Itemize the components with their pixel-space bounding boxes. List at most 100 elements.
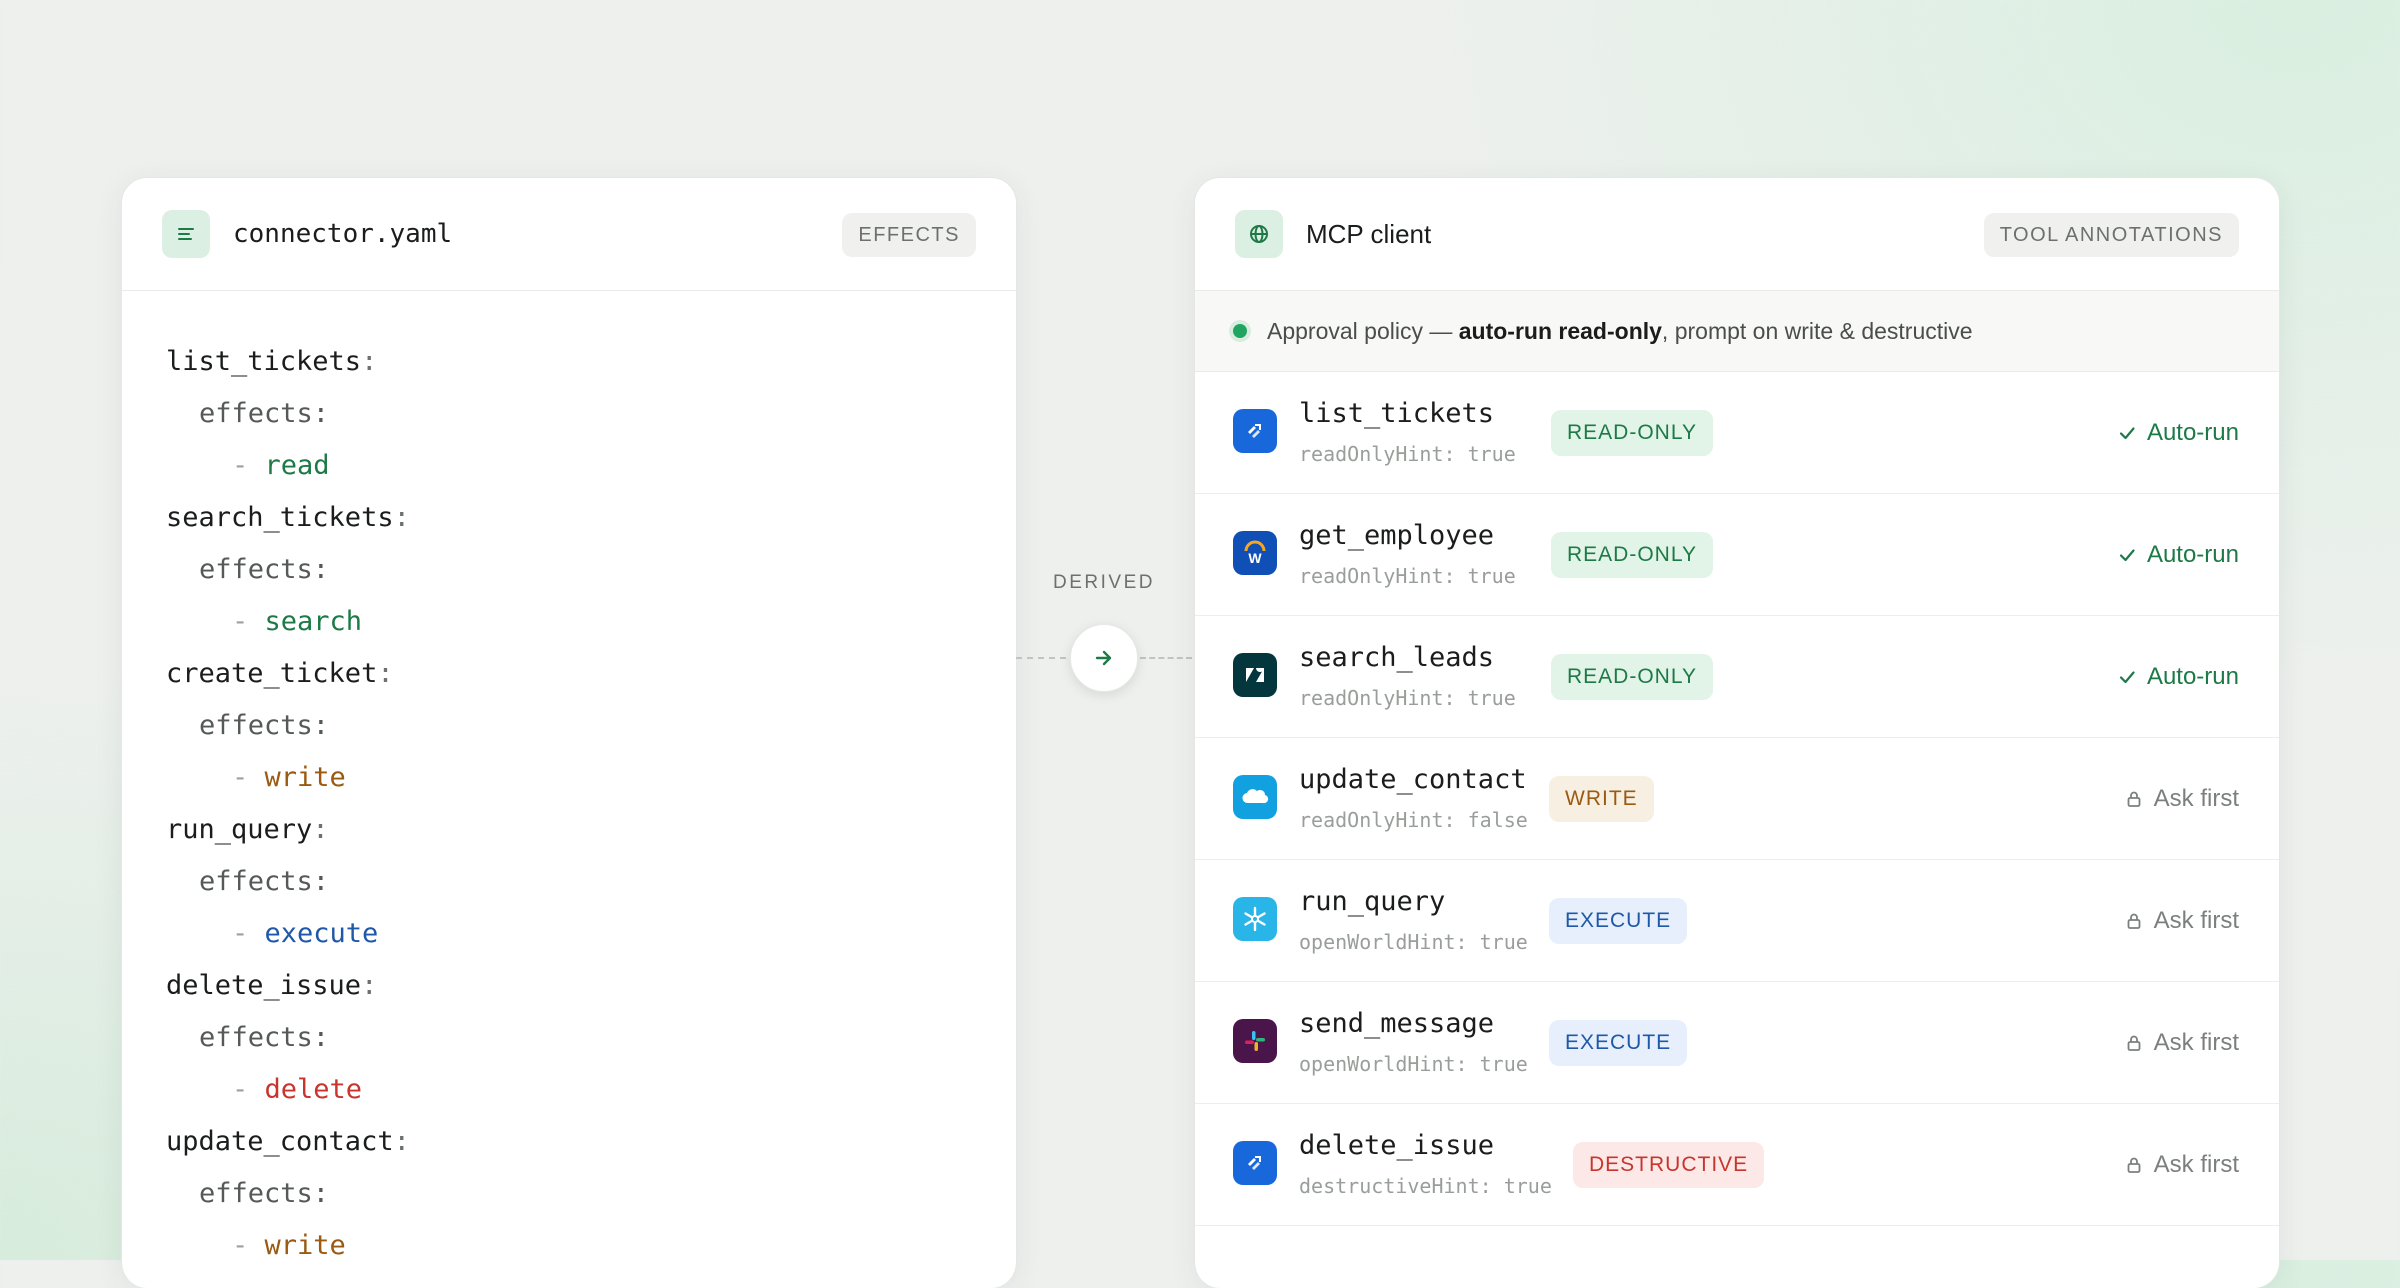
tool-row[interactable]: update_contact readOnlyHint: false WRITE As… xyxy=(1195,738,2279,860)
yaml-effects-key: effects: xyxy=(166,388,410,440)
yaml-effects-key: effects: xyxy=(166,544,410,596)
yaml-colon: : xyxy=(312,1178,330,1209)
yaml-colon: : xyxy=(377,658,394,689)
tool-list: list_tickets readOnlyHint: true READ-ONLY A… xyxy=(1195,372,2279,1226)
zendesk-icon xyxy=(1233,653,1277,697)
ask-first-status[interactable]: Ask first xyxy=(2124,982,2239,1103)
yaml-dash: - xyxy=(232,606,265,637)
check-icon xyxy=(2119,670,2135,683)
status-dot-icon xyxy=(1233,324,1247,338)
yaml-tool-name: run_query xyxy=(166,814,313,845)
approval-policy-bar: Approval policy — auto-run read-only, pr… xyxy=(1195,291,2279,372)
globe-icon xyxy=(1235,210,1283,258)
tool-row[interactable]: list_tickets readOnlyHint: true READ-ONLY A… xyxy=(1195,372,2279,494)
ask-first-status[interactable]: Ask first xyxy=(2124,860,2239,981)
policy-suffix: , prompt on write & destructive xyxy=(1661,318,1973,344)
lock-icon xyxy=(2127,1157,2141,1173)
yaml-tool-key: delete_issue: xyxy=(166,960,410,1012)
ask-first-status[interactable]: Ask first xyxy=(2124,738,2239,859)
yaml-effects-label: effects xyxy=(199,1178,313,1209)
action-label: Auto-run xyxy=(2146,663,2239,690)
yaml-dash: - xyxy=(232,1074,265,1105)
yaml-tool-name: search_tickets xyxy=(166,502,394,533)
yaml-effect-value: - write xyxy=(166,1220,410,1272)
file-title: connector.yaml xyxy=(233,219,453,249)
yaml-effects-label: effects xyxy=(199,554,313,585)
dashed-connector-left xyxy=(1016,657,1066,659)
tool-hint: openWorldHint: true xyxy=(1299,1052,1528,1076)
yaml-colon: : xyxy=(312,814,329,845)
left-panel-header: connector.yaml EFFECTS xyxy=(122,178,1016,291)
yaml-dash: - xyxy=(232,762,265,793)
approval-policy-text: Approval policy — auto-run read-only, pr… xyxy=(1267,291,1973,371)
slack-icon xyxy=(1233,1019,1277,1063)
tool-hint: readOnlyHint: true xyxy=(1299,442,1516,466)
tool-name: get_employee xyxy=(1299,520,1495,551)
action-label: Ask first xyxy=(2153,1151,2239,1178)
tool-hint: readOnlyHint: true xyxy=(1299,564,1516,588)
mcp-client-panel: MCP client TOOL ANNOTATIONS Approval pol… xyxy=(1194,177,2280,1288)
action-label: Ask first xyxy=(2153,1029,2239,1056)
arrow-right-icon xyxy=(1095,650,1112,666)
yaml-effect-value: - write xyxy=(166,752,410,804)
auto-run-status[interactable]: Auto-run xyxy=(2117,494,2239,615)
yaml-code-block: list_tickets: effects: - read search_ticket… xyxy=(166,336,410,1272)
tool-name: update_contact xyxy=(1299,764,1527,795)
connector-yaml-panel: connector.yaml EFFECTS list_tickets: effe… xyxy=(121,177,1017,1288)
yaml-effect-value: - search xyxy=(166,596,410,648)
yaml-effects-key: effects: xyxy=(166,1168,410,1220)
tool-name: run_query xyxy=(1299,886,1446,917)
effects-chip: EFFECTS xyxy=(842,213,976,257)
destructive-badge: DESTRUCTIVE xyxy=(1573,1142,1765,1188)
tool-row[interactable]: send_message openWorldHint: true EXECUTE As… xyxy=(1195,982,2279,1104)
derive-arrow-button[interactable] xyxy=(1070,624,1138,692)
tool-annotations-chip: TOOL ANNOTATIONS xyxy=(1983,213,2239,257)
lock-icon xyxy=(2127,1035,2141,1051)
jira-icon xyxy=(1233,1141,1277,1185)
tool-row[interactable]: search_leads readOnlyHint: true READ-ONLY A… xyxy=(1195,616,2279,738)
yaml-dash: - xyxy=(232,918,265,949)
policy-bold: auto-run read-only xyxy=(1458,318,1662,344)
tool-hint: openWorldHint: true xyxy=(1299,930,1528,954)
yaml-tool-key: list_tickets: xyxy=(166,336,410,388)
lock-icon xyxy=(2127,791,2141,807)
auto-run-status[interactable]: Auto-run xyxy=(2117,372,2239,493)
dashed-connector-right xyxy=(1140,657,1192,659)
file-lines-icon xyxy=(162,210,210,258)
yaml-tool-key: update_contact: xyxy=(166,1116,410,1168)
tool-row[interactable]: Wget_employee readOnlyHint: true READ-ONLY… xyxy=(1195,494,2279,616)
ask-first-status[interactable]: Ask first xyxy=(2124,1104,2239,1225)
check-icon xyxy=(2119,548,2135,561)
yaml-effect-execute: execute xyxy=(264,918,379,949)
snowflake-icon xyxy=(1233,897,1277,941)
read-badge: READ-ONLY xyxy=(1551,654,1713,700)
yaml-effect-search: search xyxy=(264,606,363,637)
auto-run-status[interactable]: Auto-run xyxy=(2117,616,2239,737)
tool-row[interactable]: run_query openWorldHint: true EXECUTE Ask f… xyxy=(1195,860,2279,982)
yaml-effect-write: write xyxy=(264,1230,346,1261)
derived-label: DERIVED xyxy=(1053,572,1155,593)
yaml-colon: : xyxy=(393,1126,410,1157)
yaml-tool-name: update_contact xyxy=(166,1126,394,1157)
yaml-colon: : xyxy=(312,1022,330,1053)
yaml-tool-name: create_ticket xyxy=(166,658,378,689)
read-badge: READ-ONLY xyxy=(1551,410,1713,456)
yaml-effect-read: read xyxy=(264,450,330,481)
yaml-colon: : xyxy=(312,554,330,585)
tool-hint: destructiveHint: true xyxy=(1299,1174,1552,1198)
tool-name: delete_issue xyxy=(1299,1130,1495,1161)
jira-icon xyxy=(1233,409,1277,453)
yaml-dash: - xyxy=(232,450,265,481)
workday-icon: W xyxy=(1233,531,1277,575)
yaml-colon: : xyxy=(312,398,330,429)
yaml-effect-delete: delete xyxy=(264,1074,363,1105)
yaml-colon: : xyxy=(393,502,410,533)
yaml-effects-label: effects xyxy=(199,398,313,429)
yaml-tool-name: delete_issue xyxy=(166,970,362,1001)
tool-name: search_leads xyxy=(1299,642,1495,673)
yaml-tool-key: run_query: xyxy=(166,804,410,856)
tool-row[interactable]: delete_issue destructiveHint: true DESTRUC… xyxy=(1195,1104,2279,1226)
tool-name: list_tickets xyxy=(1299,398,1495,429)
yaml-tool-name: list_tickets xyxy=(166,346,362,377)
tool-hint: readOnlyHint: true xyxy=(1299,686,1516,710)
